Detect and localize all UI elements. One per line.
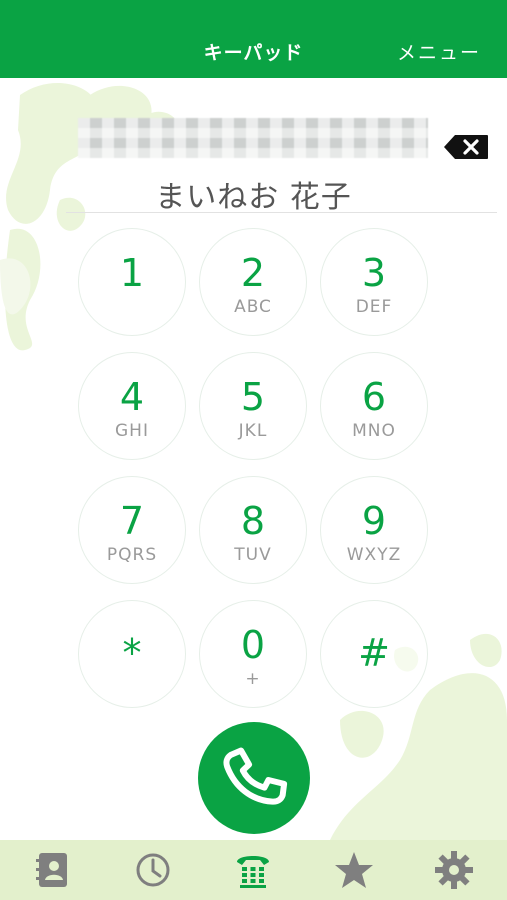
phone-handset-icon: [223, 747, 288, 805]
key-4[interactable]: 4 GHI: [78, 352, 186, 460]
key-3[interactable]: 3 DEF: [320, 228, 428, 336]
key-star[interactable]: *: [78, 600, 186, 708]
key-digit: #: [358, 631, 390, 675]
key-digit: 1: [119, 251, 145, 295]
key-digit: 0: [240, 623, 266, 667]
key-letters: DEF: [355, 297, 393, 317]
key-letters: +: [245, 669, 261, 689]
key-1[interactable]: 1: [78, 228, 186, 336]
key-digit: 2: [240, 251, 266, 295]
key-letters: GHI: [115, 421, 149, 441]
app-header: キーパッド メニュー: [0, 0, 507, 78]
number-display: [78, 118, 428, 158]
key-7[interactable]: 7 PQRS: [78, 476, 186, 584]
key-0[interactable]: 0 +: [199, 600, 307, 708]
key-digit: 3: [361, 251, 387, 295]
key-2[interactable]: 2 ABC: [199, 228, 307, 336]
key-9[interactable]: 9 WXYZ: [320, 476, 428, 584]
key-letters: ABC: [234, 297, 272, 317]
contact-name: まいねお 花子: [155, 180, 352, 215]
key-5[interactable]: 5 JKL: [199, 352, 307, 460]
key-letters: JKL: [238, 421, 268, 441]
key-6[interactable]: 6 MNO: [320, 352, 428, 460]
key-digit: 8: [240, 499, 266, 543]
key-digit: 5: [240, 375, 266, 419]
key-letters: TUV: [234, 545, 272, 565]
key-digit: 7: [119, 499, 145, 543]
key-digit: 4: [119, 375, 145, 419]
backspace-icon[interactable]: [443, 134, 489, 160]
key-hash[interactable]: #: [320, 600, 428, 708]
key-digit: 9: [361, 499, 387, 543]
key-digit: *: [122, 631, 142, 675]
key-8[interactable]: 8 TUV: [199, 476, 307, 584]
clock-icon[interactable]: [131, 848, 175, 892]
tab-bar: [0, 840, 507, 900]
keypad-phone-icon[interactable]: [231, 848, 275, 892]
key-letters: WXYZ: [346, 545, 402, 565]
menu-button[interactable]: メニュー: [397, 38, 481, 65]
key-letters: MNO: [352, 421, 396, 441]
key-digit: 6: [361, 375, 387, 419]
contacts-book-icon[interactable]: [31, 848, 75, 892]
call-button[interactable]: [198, 722, 310, 834]
star-icon[interactable]: [332, 848, 376, 892]
divider: [66, 212, 497, 213]
key-letters: PQRS: [106, 545, 158, 565]
gear-icon[interactable]: [432, 848, 476, 892]
